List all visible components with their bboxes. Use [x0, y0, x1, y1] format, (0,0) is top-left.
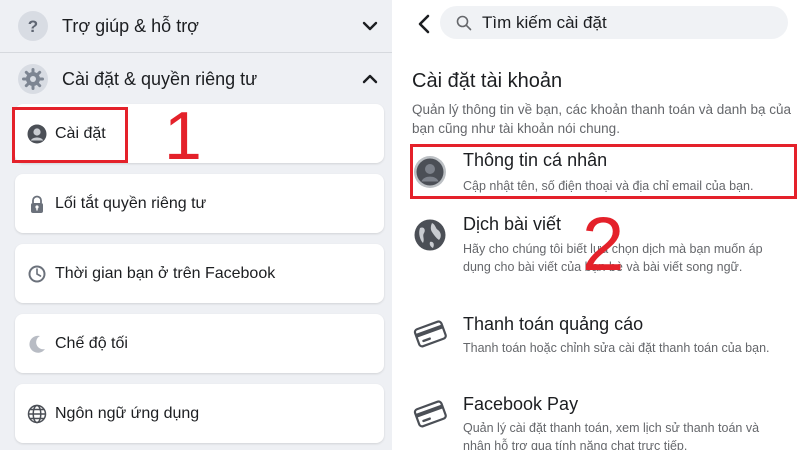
highlight-box-step-2 [410, 144, 797, 199]
svg-text:?: ? [28, 17, 38, 36]
highlight-box-step-1 [12, 107, 128, 163]
settings-search-input[interactable] [482, 12, 762, 33]
chevron-up-icon[interactable] [358, 67, 382, 91]
account-settings-heading: Cài đặt tài khoản [412, 70, 563, 92]
search-icon [456, 15, 472, 31]
account-settings-description: Quản lý thông tin về bạn, các khoản than… [412, 102, 792, 136]
help-support-label: Trợ giúp & hỗ trợ [62, 15, 199, 36]
clock-icon [27, 264, 47, 284]
dark-mode-label: Chế độ tối [55, 334, 128, 352]
question-icon: ? [18, 11, 48, 41]
step-number-1: 1 [164, 98, 202, 174]
lock-icon [27, 194, 47, 214]
settings-privacy-label: Cài đặt & quyền riêng tư [62, 68, 258, 89]
globe-icon [27, 404, 47, 424]
facebook-pay-title: Facebook Pay [463, 394, 579, 414]
privacy-shortcuts-card[interactable]: Lối tắt quyền riêng tư [15, 174, 384, 233]
credit-card-icon [413, 316, 447, 350]
settings-search-bar[interactable] [440, 6, 788, 39]
facebook-pay-item[interactable]: Facebook Pay Quản lý cài đặt thanh toán,… [395, 387, 800, 450]
app-language-card[interactable]: Ngôn ngữ ứng dụng [15, 384, 384, 443]
translate-posts-title: Dịch bài viết [463, 214, 562, 234]
help-support-row[interactable]: ? Trợ giúp & hỗ trợ [0, 0, 392, 52]
facebook-pay-description: Quản lý cài đặt thanh toán, xem lịch sử … [463, 421, 760, 450]
globe-icon [413, 218, 447, 252]
settings-menu-panel: ? Trợ giúp & hỗ trợ Cài đặt & quyền riên… [0, 0, 392, 450]
step-number-2: 2 [582, 202, 625, 287]
back-arrow-icon[interactable] [413, 12, 437, 36]
time-on-facebook-card[interactable]: Thời gian bạn ở trên Facebook [15, 244, 384, 303]
app-language-label: Ngôn ngữ ứng dụng [55, 404, 200, 422]
credit-card-icon [413, 396, 447, 430]
ad-payments-description: Thanh toán hoặc chỉnh sửa cài đặt thanh … [463, 341, 770, 355]
privacy-shortcuts-label: Lối tắt quyền riêng tư [55, 194, 207, 212]
chevron-down-icon[interactable] [358, 14, 382, 38]
moon-icon [27, 334, 47, 354]
dark-mode-card[interactable]: Chế độ tối [15, 314, 384, 373]
gear-icon [18, 64, 48, 94]
time-on-facebook-label: Thời gian bạn ở trên Facebook [55, 264, 276, 282]
ad-payments-title: Thanh toán quảng cáo [463, 314, 644, 334]
account-settings-panel: Cài đặt tài khoản Quản lý thông tin về b… [392, 0, 800, 450]
ad-payments-item[interactable]: Thanh toán quảng cáo Thanh toán hoặc chỉ… [395, 307, 800, 375]
